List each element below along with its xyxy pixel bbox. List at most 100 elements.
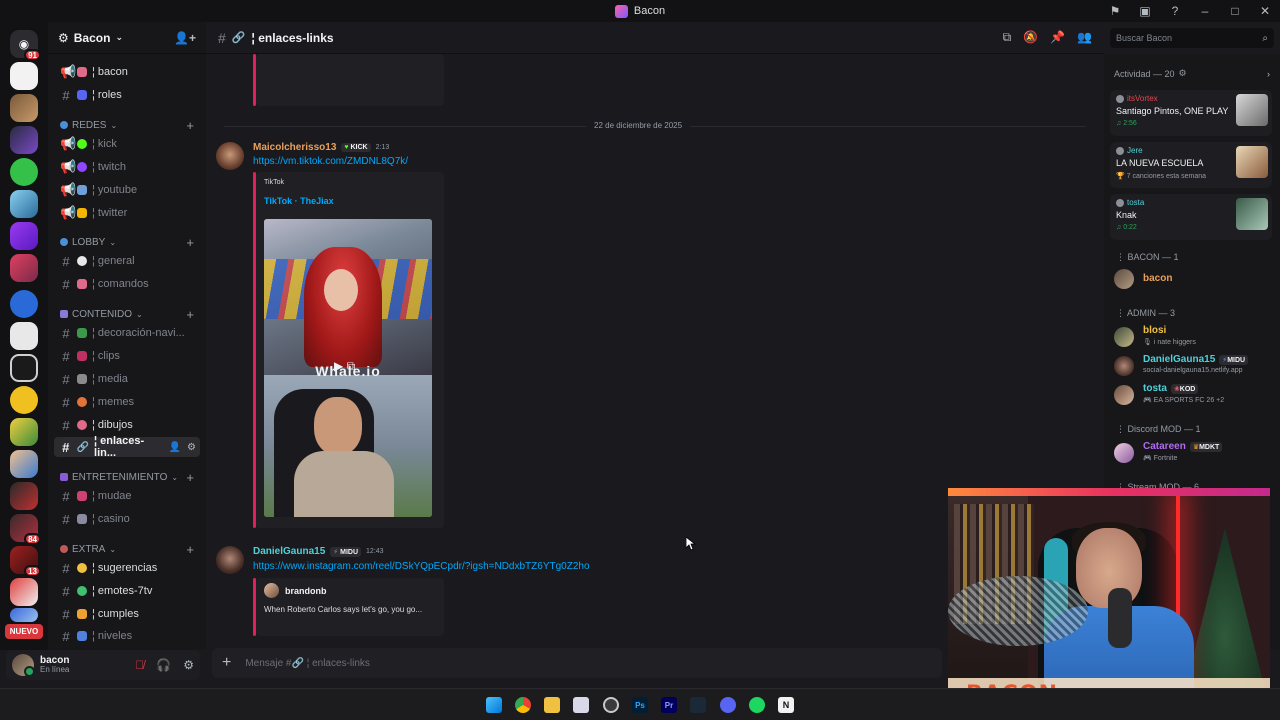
category-contenido[interactable]: CONTENIDO ⌄ + [54, 305, 200, 323]
spotify-icon[interactable] [749, 697, 765, 713]
channel-casino[interactable]: # ¦ casino [54, 509, 200, 529]
channel-youtube[interactable]: 📢 ¦ youtube [54, 180, 200, 200]
server-icon[interactable] [10, 608, 38, 622]
add-channel-icon[interactable]: + [186, 235, 200, 250]
obs-icon[interactable] [603, 697, 619, 713]
steam-icon[interactable] [690, 697, 706, 713]
chevron-right-icon[interactable]: › [1267, 69, 1270, 79]
channel-niveles[interactable]: # ¦ niveles [54, 626, 200, 646]
message-author[interactable]: DanielGauna15 [253, 546, 325, 557]
channel-sugerencias[interactable]: # ¦ sugerencias [54, 558, 200, 578]
maximize-icon[interactable]: □ [1220, 0, 1250, 22]
category-entretenimiento[interactable]: ENTRETENIMIENTO ⌄ + [54, 468, 200, 486]
server-icon[interactable] [10, 354, 38, 382]
channel-comandos[interactable]: # ¦ comandos [54, 274, 200, 294]
category-lobby[interactable]: LOBBY ⌄ + [54, 233, 200, 251]
channel-twitter[interactable]: 📢 ¦ twitter [54, 203, 200, 223]
embed-video-thumbnail[interactable] [264, 54, 432, 96]
notification-muted-icon[interactable]: 🔕 [1023, 30, 1038, 45]
guild-header[interactable]: ⚙ Bacon ⌄ 👤+ [48, 22, 206, 54]
invite-people-icon[interactable]: 👤+ [174, 31, 196, 45]
premiere-icon[interactable]: Pr [661, 697, 677, 713]
activity-card[interactable]: itsVortex Santiago Pintos, ONE PLAY ♫ 2:… [1110, 90, 1272, 136]
server-icon[interactable] [10, 62, 38, 90]
channel-kick[interactable]: 📢 ¦ kick [54, 134, 200, 154]
category-redes[interactable]: REDES ⌄ + [54, 116, 200, 134]
file-explorer-icon[interactable] [544, 697, 560, 713]
channel-mudae[interactable]: # ¦ mudae [54, 486, 200, 506]
inbox-icon[interactable]: ▣ [1130, 0, 1160, 22]
channel-decoracion[interactable]: # ¦ decoración-navi... [54, 323, 200, 343]
flag-icon[interactable]: ⚑ [1100, 0, 1130, 22]
channel-enlaces-links[interactable]: # 🔗 ¦ enlaces-lin... 👤 ⚙ [54, 435, 200, 459]
pin-icon[interactable]: 📌 [1050, 30, 1065, 45]
invite-icon[interactable]: 👤 [169, 442, 181, 453]
new-badge[interactable]: NUEVO [5, 624, 43, 639]
discord-icon[interactable] [720, 697, 736, 713]
search-input[interactable]: Buscar Bacon ⌕ [1110, 28, 1274, 48]
gear-icon[interactable]: ⚙ [187, 442, 196, 453]
message-author[interactable]: Maicolcherisso13 [253, 142, 336, 153]
server-icon[interactable] [10, 386, 38, 414]
avatar[interactable] [216, 142, 244, 170]
server-icon[interactable] [10, 482, 38, 510]
minimize-icon[interactable]: – [1190, 0, 1220, 22]
message-composer[interactable]: + Mensaje #🔗 ¦ enlaces-links [212, 648, 942, 678]
embed-title[interactable]: TikTok · TheJiax [264, 196, 334, 206]
embed-author[interactable]: brandonb [285, 586, 327, 596]
add-channel-icon[interactable]: + [186, 118, 200, 133]
channel-twitch[interactable]: 📢 ¦ twitch [54, 157, 200, 177]
member-list-icon[interactable]: 👥 [1077, 30, 1092, 45]
channel-bacon[interactable]: 📢 ¦ bacon [54, 62, 200, 82]
server-icon[interactable] [10, 254, 38, 282]
server-icon[interactable]: 84 [10, 514, 41, 545]
member-item[interactable]: DanielGauna15 ⚡MIDU social-danielgauna15.… [1114, 353, 1274, 379]
photoshop-icon[interactable]: Ps [632, 697, 648, 713]
member-item[interactable]: bacon [1114, 266, 1274, 292]
server-icon[interactable] [10, 290, 38, 318]
add-channel-icon[interactable]: + [186, 542, 200, 557]
add-channel-icon[interactable]: + [186, 307, 200, 322]
channel-cumples[interactable]: # ¦ cumples [54, 604, 200, 624]
channel-dibujos[interactable]: # ¦ dibujos [54, 415, 200, 435]
server-icon[interactable] [10, 578, 38, 606]
server-icon[interactable] [10, 322, 38, 350]
help-icon[interactable]: ? [1160, 0, 1190, 22]
server-icon[interactable]: 13 [10, 546, 41, 577]
member-item[interactable]: tosta ❀KOD 🎮 EA SPORTS FC 26 +2 [1114, 382, 1274, 408]
activity-card[interactable]: Jere LA NUEVA ESCUELA 🏆 7 canciones esta… [1110, 142, 1272, 188]
mic-muted-icon[interactable]: 🎙̸ [135, 658, 144, 672]
server-icon[interactable] [10, 418, 38, 446]
activity-card[interactable]: tosta Knak ♫ 0:22 [1110, 194, 1272, 240]
chrome-icon[interactable] [515, 697, 531, 713]
channel-media[interactable]: # ¦ media [54, 369, 200, 389]
play-icon[interactable]: ▶ ⧉ [334, 359, 355, 374]
app-icon[interactable] [573, 697, 589, 713]
add-channel-icon[interactable]: + [186, 470, 200, 485]
server-icon[interactable] [10, 450, 38, 478]
category-extra[interactable]: EXTRA ⌄ + [54, 540, 200, 558]
member-item[interactable]: Catareen ♛MDKT 🎮 Fortnite [1114, 440, 1274, 466]
windows-start-icon[interactable] [486, 697, 502, 713]
gear-icon[interactable]: ⚙ [183, 658, 194, 672]
channel-clips[interactable]: # ¦ clips [54, 346, 200, 366]
add-attachment-icon[interactable]: + [222, 654, 231, 672]
avatar[interactable] [216, 546, 244, 574]
activity-header[interactable]: Actividad — 20 ⚙ › [1114, 68, 1270, 79]
direct-messages-button[interactable]: ◉ 91 [10, 30, 41, 61]
member-item[interactable]: blosi 🎙 i nate higgers [1114, 324, 1274, 350]
server-icon[interactable] [10, 158, 38, 186]
server-icon[interactable] [10, 94, 38, 122]
channel-emotes-7tv[interactable]: # ¦ emotes-7tv [54, 581, 200, 601]
notion-icon[interactable]: N [778, 697, 794, 713]
embed-video-thumbnail[interactable]: Whale.io ▶ ⧉ [264, 219, 432, 517]
close-icon[interactable]: ✕ [1250, 0, 1280, 22]
channel-memes[interactable]: # ¦ memes [54, 392, 200, 412]
server-icon[interactable] [10, 126, 38, 154]
message-link[interactable]: https://www.instagram.com/reel/DSkYQpECp… [253, 561, 590, 572]
channel-general[interactable]: # ¦ general [54, 251, 200, 271]
server-icon[interactable] [10, 190, 38, 218]
threads-icon[interactable]: ⧉ [1003, 30, 1012, 45]
server-icon[interactable] [10, 222, 38, 250]
avatar[interactable] [12, 654, 35, 677]
